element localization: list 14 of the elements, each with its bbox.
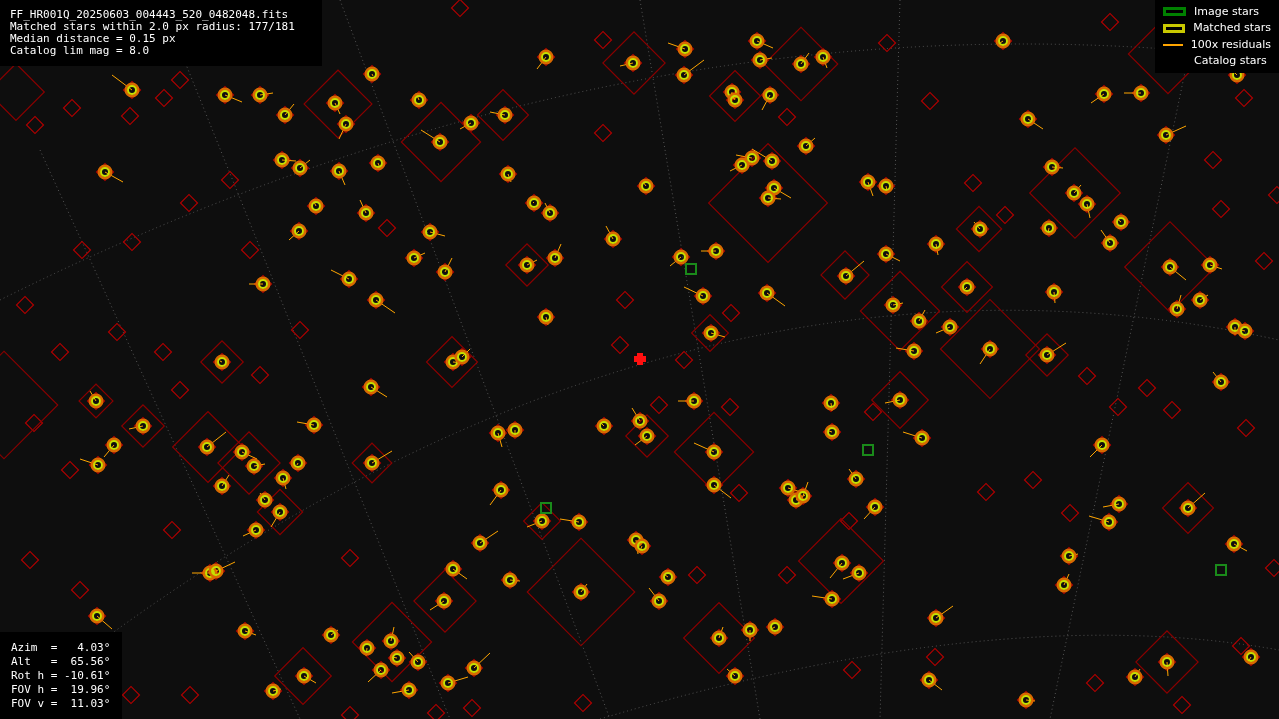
legend-label: 100x residuals <box>1190 36 1271 53</box>
legend-label: Matched stars <box>1193 20 1271 36</box>
pointing-text: FOV v = 11.03° <box>11 697 111 711</box>
pointing-text: FOV h = 19.96° <box>11 683 111 697</box>
legend-label: Image stars <box>1194 3 1259 20</box>
info-text: FF_HR001Q_20250603_004443_520_0482048.fits <box>10 9 290 21</box>
pointing-text: Rot h = -10.61° <box>11 669 111 683</box>
info-text: Median distance = 0.15 px <box>10 33 177 45</box>
pointing-text: Azim = 4.03° <box>11 641 111 655</box>
legend-label: Catalog stars <box>1194 53 1267 69</box>
center-cross-icon <box>634 353 646 365</box>
info-text: Catalog lim mag = 8.0 <box>10 45 151 57</box>
pointing-text: Alt = 65.56° <box>11 655 111 669</box>
info-text: Matched stars within 2.0 px radius: 177/181 <box>10 21 296 33</box>
